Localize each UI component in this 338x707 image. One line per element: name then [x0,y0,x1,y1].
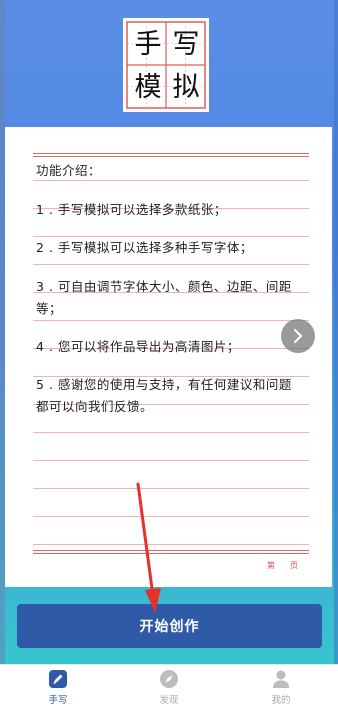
compass-icon [160,670,178,688]
pen-icon [49,670,67,688]
tab-profile[interactable]: 我的 [225,665,337,707]
tab-handwriting-label: 手写 [48,695,68,706]
tab-profile-label: 我的 [271,695,291,706]
tab-discover-label: 发现 [159,695,179,706]
tab-handwriting[interactable]: 手写 [2,665,114,707]
annotation-arrow [136,482,161,613]
user-icon [273,670,289,688]
bottom-tab-bar: 手写 发现 我的 [0,664,338,707]
tab-discover[interactable]: 发现 [113,665,225,707]
